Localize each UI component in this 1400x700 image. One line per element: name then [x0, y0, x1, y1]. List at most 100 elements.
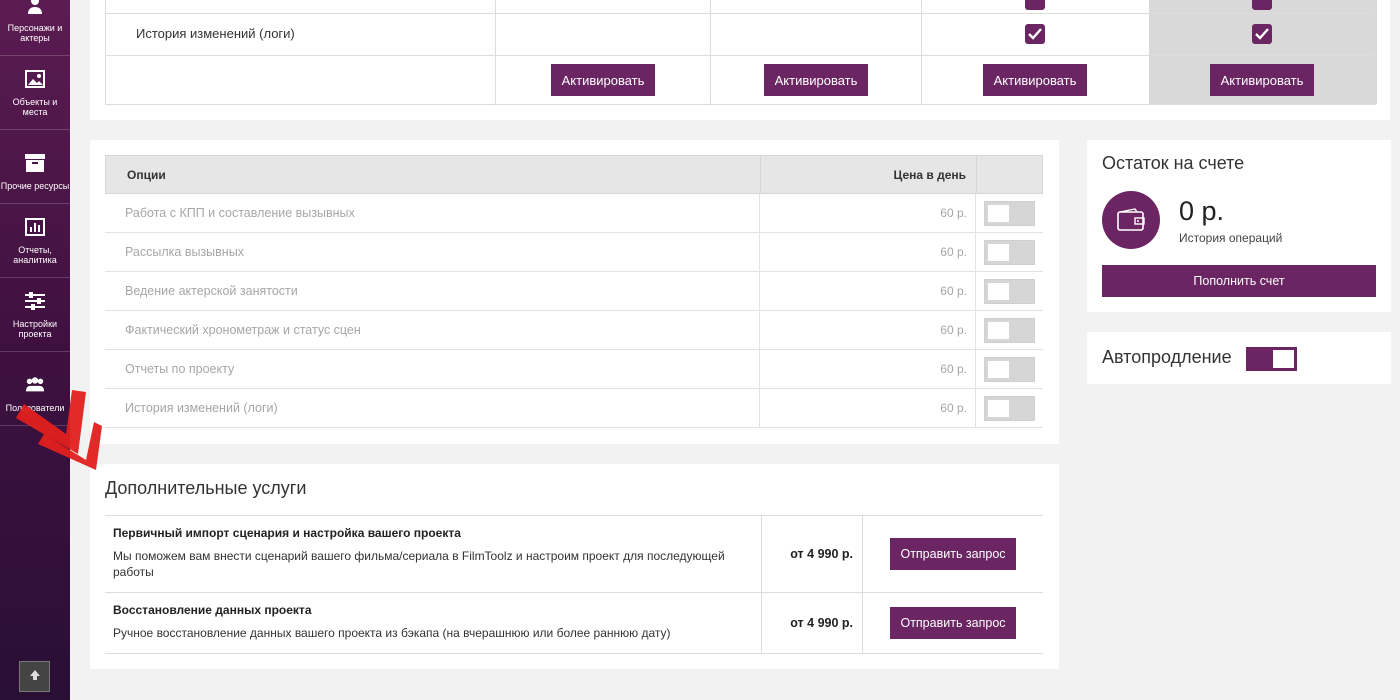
- scroll-top-button[interactable]: [19, 661, 50, 692]
- sidebar-item-label: Отчеты, аналитика: [13, 245, 57, 265]
- column-divider: [759, 350, 760, 388]
- sidebar-item-label: Персонажи и актеры: [7, 23, 63, 43]
- table-row: Отчеты по проекту 60 р.: [105, 350, 1043, 389]
- column-divider: [759, 272, 760, 310]
- table-row: Ведение актерской занятости 60 р.: [105, 272, 1043, 311]
- toggle-knob: [988, 244, 1009, 261]
- option-name: Рассылка вызывных: [125, 245, 244, 259]
- option-name: Работа с КПП и составление вызывных: [125, 206, 355, 220]
- check-icon: [1028, 28, 1042, 40]
- column-divider: [759, 194, 760, 232]
- table-row: Фактический хронометраж и статус сцен 60…: [105, 311, 1043, 350]
- balance-amount: 0 р.: [1179, 196, 1225, 226]
- history-link[interactable]: История операций: [1179, 231, 1282, 245]
- feature-checkbox[interactable]: [1025, 24, 1045, 44]
- column-divider: [759, 389, 760, 427]
- table-row: Работа с КПП и составление вызывных 60 р…: [105, 194, 1043, 233]
- option-price: 60 р.: [940, 323, 967, 337]
- box-icon: [25, 153, 45, 173]
- sidebar-item-label: Настройки проекта: [12, 319, 58, 339]
- table-row: [106, 0, 1375, 14]
- option-toggle[interactable]: [984, 357, 1035, 382]
- column-divider: [975, 350, 976, 388]
- service-row: Первичный импорт сценария и настройка ва…: [105, 515, 1043, 593]
- option-toggle[interactable]: [984, 201, 1035, 226]
- toggle-knob: [988, 400, 1009, 417]
- service-price: от 4 990 р.: [790, 547, 853, 561]
- send-request-button[interactable]: Отправить запрос: [890, 538, 1016, 570]
- option-name: Отчеты по проекту: [125, 362, 235, 376]
- service-price: от 4 990 р.: [790, 616, 853, 630]
- column-divider: [975, 272, 976, 310]
- table-row: История изменений (логи): [106, 14, 1375, 56]
- sidebar-item-objects[interactable]: Объекты и места: [0, 56, 70, 130]
- autorenew-toggle[interactable]: [1246, 347, 1297, 371]
- activate-button[interactable]: Активировать: [764, 64, 868, 96]
- option-price: 60 р.: [940, 284, 967, 298]
- sidebar-item-label: Прочие ресурсы: [0, 181, 70, 191]
- option-toggle[interactable]: [984, 396, 1035, 421]
- red-arrow-icon: [16, 390, 102, 470]
- column-divider: [975, 389, 976, 427]
- image-icon: [25, 69, 45, 89]
- sidebar: Персонажи и актеры Объекты и места Прочи…: [0, 0, 70, 700]
- feature-checkbox[interactable]: [1252, 0, 1272, 10]
- send-request-button[interactable]: Отправить запрос: [890, 607, 1016, 639]
- column-divider: [862, 593, 863, 653]
- plans-table: История изменений (логи) Активировать Ак…: [105, 0, 1377, 105]
- header-price: Цена в день: [893, 168, 966, 182]
- column-divider: [975, 233, 976, 271]
- arrow-up-icon: [29, 668, 41, 686]
- column-divider: [976, 156, 977, 193]
- table-row: Рассылка вызывных 60 р.: [105, 233, 1043, 272]
- activate-button[interactable]: Активировать: [551, 64, 655, 96]
- column-divider: [759, 311, 760, 349]
- service-name: Первичный импорт сценария и настройка ва…: [113, 526, 461, 540]
- sliders-icon: [25, 291, 45, 311]
- check-icon: [1255, 28, 1269, 40]
- option-toggle[interactable]: [984, 318, 1035, 343]
- column-divider: [761, 593, 762, 653]
- service-description: Мы поможем вам внести сценарий вашего фи…: [113, 549, 725, 579]
- toggle-knob: [988, 205, 1009, 222]
- users-icon: [25, 0, 45, 15]
- column-divider: [760, 156, 761, 193]
- column-divider: [975, 311, 976, 349]
- topup-button[interactable]: Пополнить счет: [1102, 265, 1376, 297]
- option-name: Ведение актерской занятости: [125, 284, 298, 298]
- option-name: История изменений (логи): [125, 401, 278, 415]
- column-divider: [761, 516, 762, 593]
- toggle-knob: [988, 361, 1009, 378]
- option-toggle[interactable]: [984, 279, 1035, 304]
- activate-button[interactable]: Активировать: [983, 64, 1087, 96]
- column-divider: [862, 516, 863, 593]
- service-row: Восстановление данных проекта Ручное вос…: [105, 592, 1043, 654]
- sidebar-item-settings[interactable]: Настройки проекта: [0, 278, 70, 352]
- chart-icon: [25, 217, 45, 237]
- feature-checkbox[interactable]: [1252, 24, 1272, 44]
- feature-checkbox[interactable]: [1025, 0, 1045, 10]
- autorenew-label: Автопродление: [1102, 347, 1232, 367]
- balance-title: Остаток на счете: [1102, 153, 1245, 173]
- option-price: 60 р.: [940, 245, 967, 259]
- option-name: Фактический хронометраж и статус сцен: [125, 323, 361, 337]
- toggle-knob: [1273, 350, 1294, 368]
- service-description: Ручное восстановление данных вашего прое…: [113, 626, 671, 640]
- toggle-knob: [988, 322, 1009, 339]
- services-title: Дополнительные услуги: [105, 478, 307, 498]
- wallet-icon: [1102, 191, 1160, 249]
- header-options: Опции: [127, 168, 166, 182]
- sidebar-item-label: Объекты и места: [12, 97, 58, 117]
- table-header: Опции Цена в день: [105, 155, 1043, 194]
- sidebar-item-characters[interactable]: Персонажи и актеры: [0, 0, 70, 56]
- activate-button[interactable]: Активировать: [1210, 64, 1314, 96]
- sidebar-item-resources[interactable]: Прочие ресурсы: [0, 130, 70, 204]
- row-label: История изменений (логи): [136, 26, 295, 41]
- sidebar-item-reports[interactable]: Отчеты, аналитика: [0, 204, 70, 278]
- option-price: 60 р.: [940, 206, 967, 220]
- option-toggle[interactable]: [984, 240, 1035, 265]
- column-divider: [975, 194, 976, 232]
- table-row: История изменений (логи) 60 р.: [105, 389, 1043, 428]
- option-price: 60 р.: [940, 401, 967, 415]
- toggle-knob: [988, 283, 1009, 300]
